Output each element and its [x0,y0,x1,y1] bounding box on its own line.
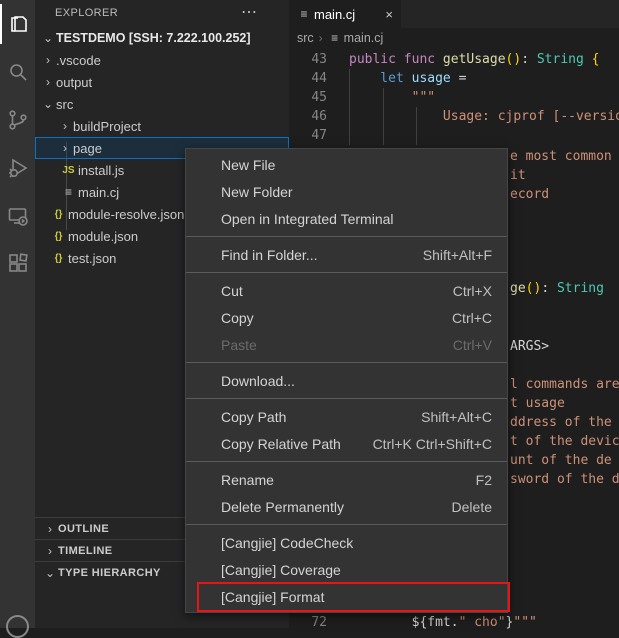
code-fragment: it [510,166,526,185]
menu-separator [186,362,507,363]
code-line-47: 47 [289,126,619,145]
code-line-46: 46 Usage: cjprof [--version [289,107,619,126]
menu-item-copy[interactable]: CopyCtrl+C [186,304,507,331]
menu-separator [186,398,507,399]
chevron-down-icon: ⌄ [35,566,57,580]
menu-item-download[interactable]: Download... [186,367,507,394]
source-control-icon[interactable] [0,100,35,140]
menu-separator [186,236,507,237]
sidebar-header: EXPLORER ⋯ [35,0,289,26]
menu-separator [186,272,507,273]
context-menu: New File New Folder Open in Integrated T… [185,148,508,613]
vscode-window: EXPLORER ⋯ ⌄ TESTDEMO [SSH: 7.222.100.25… [0,0,619,628]
menu-item-delete-permanently[interactable]: Delete PermanentlyDelete [186,493,507,520]
code-fragment: e most common [510,147,612,166]
activity-bar [0,0,35,628]
tab-bar: ≡ main.cj × [289,0,619,28]
menu-item-copy-relative-path[interactable]: Copy Relative PathCtrl+K Ctrl+Shift+C [186,430,507,457]
chevron-down-icon: ⌄ [41,31,55,45]
code-fragment: ecord [510,185,549,204]
code-line-45: 45 """ [289,88,619,107]
more-actions-icon[interactable]: ⋯ [241,2,257,22]
code-fragment: ge(): String [510,279,604,298]
remote-explorer-icon[interactable] [0,196,35,236]
json-file-icon: {} [50,231,67,242]
tree-item-output[interactable]: › output [35,71,289,93]
menu-item-cut[interactable]: CutCtrl+X [186,277,507,304]
breadcrumb: src › ≡ main.cj [289,28,619,48]
extensions-icon[interactable] [0,244,35,284]
tree-item-testdemo-root[interactable]: ⌄ TESTDEMO [SSH: 7.222.100.252] [35,27,289,49]
breadcrumb-file[interactable]: main.cj [344,31,384,45]
menu-separator [186,461,507,462]
menu-item-cangjie-coverage[interactable]: [Cangjie] Coverage [186,556,507,583]
tree-item-vscode[interactable]: › .vscode [35,49,289,71]
menu-item-cangjie-format[interactable]: [Cangjie] Format [186,583,507,610]
json-file-icon: {} [50,209,67,220]
chevron-down-icon: ⌄ [41,97,55,111]
breadcrumb-folder[interactable]: src [297,31,314,45]
accounts-icon[interactable] [6,615,29,638]
run-debug-icon[interactable] [0,148,35,188]
cj-file-icon: ≡ [297,7,311,21]
menu-separator [186,524,507,525]
json-file-icon: {} [50,253,67,264]
menu-item-cangjie-codecheck[interactable]: [Cangjie] CodeCheck [186,529,507,556]
chevron-right-icon: › [35,544,57,558]
code-fragment: unt of the de [510,451,612,470]
sidebar-title: EXPLORER [35,7,118,19]
menu-item-copy-path[interactable]: Copy PathShift+Alt+C [186,403,507,430]
tab-main-cj[interactable]: ≡ main.cj × [289,0,401,28]
code-line-72: 72 ${fmt." cho"}""" [289,613,619,632]
code-line-44: 44 let usage = [289,69,619,88]
menu-item-rename[interactable]: RenameF2 [186,466,507,493]
js-file-icon: JS [60,165,77,176]
code-fragment: sword of the d [510,470,619,489]
tree-item-buildproject[interactable]: › buildProject [35,115,289,137]
cj-file-icon: ≡ [60,185,77,199]
menu-item-new-file[interactable]: New File [186,151,507,178]
code-line-43: 43 public func getUsage(): String { [289,50,619,69]
menu-item-new-folder[interactable]: New Folder [186,178,507,205]
menu-item-open-in-integrated-terminal[interactable]: Open in Integrated Terminal [186,205,507,232]
chevron-right-icon: › [58,119,72,133]
code-fragment: t of the devic [510,432,619,451]
explorer-icon[interactable] [0,4,35,44]
menu-item-paste: PasteCtrl+V [186,331,507,358]
chevron-right-icon: › [41,75,55,89]
chevron-right-icon: › [41,53,55,67]
code-fragment: l commands are [510,375,619,394]
cj-file-icon: ≡ [328,31,342,45]
tree-item-src[interactable]: ⌄ src [35,93,289,115]
search-icon[interactable] [0,52,35,92]
chevron-right-icon: › [319,31,323,45]
code-fragment: ARGS> [510,337,549,356]
menu-item-find-in-folder[interactable]: Find in Folder...Shift+Alt+F [186,241,507,268]
chevron-right-icon: › [35,522,57,536]
code-fragment: t usage [510,394,565,413]
close-icon[interactable]: × [385,7,393,22]
code-fragment: ddress of the [510,413,612,432]
chevron-right-icon: › [58,141,72,155]
